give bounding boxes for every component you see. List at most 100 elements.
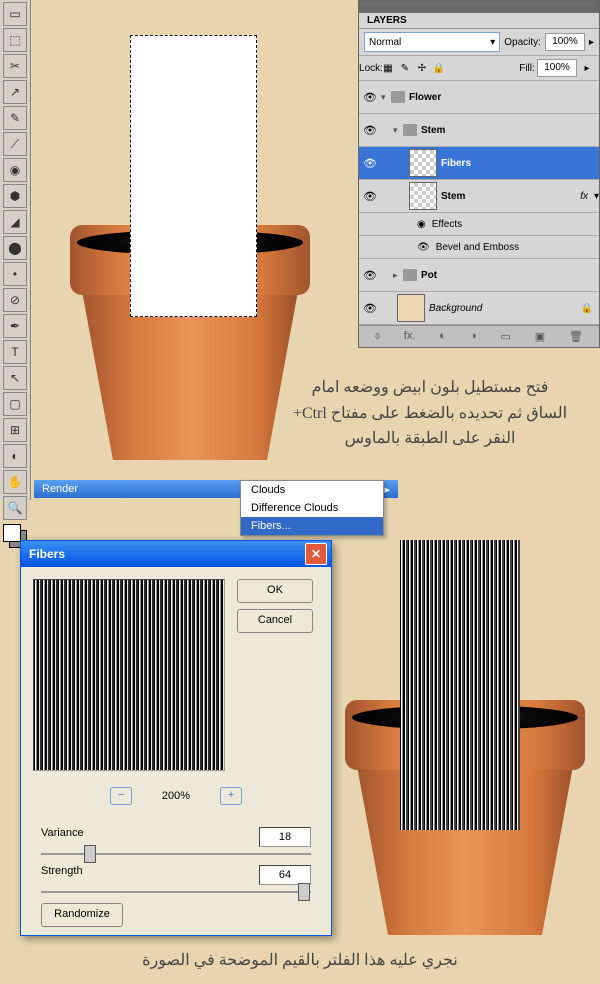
- tool-brush[interactable]: ✎: [3, 106, 27, 130]
- variance-input[interactable]: 18: [259, 827, 311, 847]
- layer-label: Stem: [441, 191, 580, 202]
- tool-stamp[interactable]: ◉: [3, 158, 27, 182]
- opacity-label: Opacity:: [504, 37, 541, 48]
- tool-text[interactable]: T: [3, 340, 27, 364]
- disclosure-icon[interactable]: ▸: [393, 270, 403, 281]
- tools-palette: ▭ ⬚ ✂ ↗ ✎ ⟋ ◉ ⬢ ◢ ⬤ • ⊘ ✒ T ↖ ▢ ⊞ ◐ ✋ 🔍: [0, 0, 31, 500]
- tool-pencil[interactable]: ⟋: [3, 132, 27, 156]
- close-button[interactable]: ✕: [305, 543, 327, 565]
- blend-mode-select[interactable]: Normal▾: [364, 32, 500, 52]
- variance-slider[interactable]: [41, 853, 311, 855]
- layer-pot-group[interactable]: 👁 ▸ Pot: [359, 259, 599, 292]
- fill-flyout[interactable]: ▸: [580, 61, 594, 75]
- effects-icon: ◉: [417, 219, 426, 230]
- layer-label: Fibers: [441, 158, 599, 169]
- opacity-input[interactable]: 100%: [545, 33, 585, 51]
- tool-hand[interactable]: ✋: [3, 470, 27, 494]
- layer-style-icon[interactable]: fx.: [404, 330, 416, 343]
- layers-tab[interactable]: LAYERS: [359, 13, 599, 29]
- dialog-titlebar[interactable]: Fibers ✕: [21, 541, 331, 567]
- strength-slider[interactable]: [41, 891, 311, 893]
- visibility-toggle[interactable]: 👁: [359, 190, 381, 203]
- tool-path[interactable]: ⊘: [3, 288, 27, 312]
- folder-icon: [391, 91, 405, 103]
- lock-position-icon[interactable]: ✢: [415, 61, 429, 75]
- submenu-arrow-icon: ▸: [384, 483, 390, 496]
- variance-label: Variance: [41, 827, 84, 847]
- folder-icon: [403, 269, 417, 281]
- chevron-down-icon: ▾: [490, 37, 495, 48]
- visibility-toggle[interactable]: 👁: [359, 302, 381, 315]
- lock-all-icon[interactable]: 🔒: [432, 61, 446, 75]
- marquee-selection: [130, 35, 257, 317]
- tool-shape[interactable]: ▢: [3, 392, 27, 416]
- link-layers-icon[interactable]: ⬨: [375, 330, 380, 343]
- tool-marquee[interactable]: ▭: [3, 2, 27, 26]
- tool-dodge[interactable]: •: [3, 262, 27, 286]
- disclosure-icon[interactable]: ▾: [393, 125, 403, 136]
- tool-lasso[interactable]: ⬚: [3, 28, 27, 52]
- tool-zoom[interactable]: 🔍: [3, 496, 27, 520]
- fx-badge[interactable]: fx: [580, 191, 588, 202]
- menu-item-clouds[interactable]: Clouds: [241, 481, 383, 499]
- tool-notes[interactable]: ⊞: [3, 418, 27, 442]
- layer-flower-group[interactable]: 👁 ▾ Flower: [359, 81, 599, 114]
- dialog-title: Fibers: [29, 547, 65, 561]
- layer-effects[interactable]: ◉ Effects: [359, 213, 599, 236]
- layer-thumbnail: [409, 182, 437, 210]
- adjustment-icon[interactable]: ◑: [470, 330, 477, 343]
- strength-label: Strength: [41, 865, 83, 885]
- menu-label: Render: [42, 483, 78, 495]
- disclosure-icon[interactable]: ▾: [381, 92, 391, 103]
- layer-stem-group[interactable]: 👁 ▾ Stem: [359, 114, 599, 147]
- zoom-out-button[interactable]: −: [110, 787, 132, 805]
- zoom-level: 200%: [162, 790, 190, 802]
- visibility-toggle[interactable]: 👁: [359, 157, 381, 170]
- opacity-flyout[interactable]: ▸: [589, 37, 594, 48]
- layer-label: Flower: [409, 92, 599, 103]
- lock-image-icon[interactable]: ✎: [398, 61, 412, 75]
- tool-eraser[interactable]: ⬢: [3, 184, 27, 208]
- tool-eyedrop[interactable]: ◐: [3, 444, 27, 468]
- ok-button[interactable]: OK: [237, 579, 313, 603]
- render-submenu: Clouds Difference Clouds Fibers...: [240, 480, 384, 536]
- tool-gradient[interactable]: ◢: [3, 210, 27, 234]
- layer-thumbnail: [397, 294, 425, 322]
- tool-blur[interactable]: ⬤: [3, 236, 27, 260]
- fx-disclosure[interactable]: ▾: [594, 191, 599, 202]
- layer-bevel[interactable]: 👁 Bevel and Emboss: [359, 236, 599, 259]
- visibility-toggle[interactable]: 👁: [359, 124, 381, 137]
- visibility-toggle[interactable]: 👁: [359, 269, 381, 282]
- layers-panel: LAYERS Normal▾ Opacity: 100% ▸ Lock: ▦ ✎…: [358, 0, 600, 348]
- fill-label: Fill:: [520, 61, 534, 75]
- layer-label: Pot: [421, 270, 599, 281]
- new-group-icon[interactable]: ▭: [500, 330, 510, 343]
- fill-input[interactable]: 100%: [537, 59, 577, 77]
- menu-item-difference-clouds[interactable]: Difference Clouds: [241, 499, 383, 517]
- tool-pen[interactable]: ✒: [3, 314, 27, 338]
- cancel-button[interactable]: Cancel: [237, 609, 313, 633]
- new-layer-icon[interactable]: ▣: [535, 330, 545, 343]
- lock-transparency-icon[interactable]: ▦: [381, 61, 395, 75]
- layer-mask-icon[interactable]: ◐: [439, 330, 446, 343]
- tool-move[interactable]: ↗: [3, 80, 27, 104]
- panel-grip[interactable]: [359, 1, 599, 13]
- layer-stem[interactable]: 👁 Stem fx ▾: [359, 180, 599, 213]
- tool-crop[interactable]: ✂: [3, 54, 27, 78]
- layer-fibers[interactable]: 👁 Fibers: [359, 147, 599, 180]
- fibers-result: [400, 540, 520, 830]
- visibility-toggle[interactable]: 👁: [359, 91, 381, 104]
- canvas-top: [40, 20, 330, 460]
- canvas-bottom: [340, 530, 590, 930]
- zoom-in-button[interactable]: +: [220, 787, 242, 805]
- folder-icon: [403, 124, 417, 136]
- layer-label: Background: [429, 303, 581, 314]
- randomize-button[interactable]: Randomize: [41, 903, 123, 927]
- strength-input[interactable]: 64: [259, 865, 311, 885]
- effect-toggle-icon[interactable]: 👁: [417, 242, 430, 253]
- layer-background[interactable]: 👁 Background 🔒: [359, 292, 599, 325]
- instruction-text-2: نجري عليه هذا الفلتر بالقيم الموضحة في ا…: [0, 948, 600, 974]
- filter-preview: [33, 579, 225, 771]
- tool-direct[interactable]: ↖: [3, 366, 27, 390]
- trash-icon[interactable]: 🗑: [569, 330, 583, 343]
